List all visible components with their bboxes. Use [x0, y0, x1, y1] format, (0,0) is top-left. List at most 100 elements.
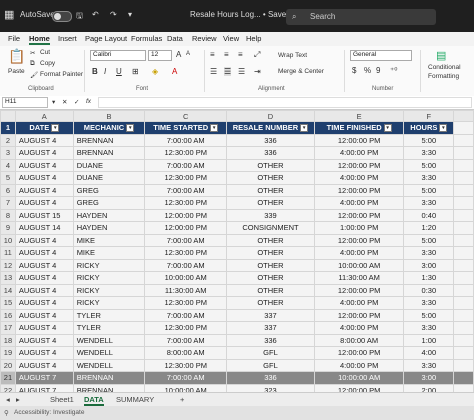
filter-dropdown-icon[interactable]: ▾: [210, 124, 219, 133]
row-header[interactable]: 5: [0, 171, 16, 185]
table-cell[interactable]: AUGUST 4: [14, 321, 74, 335]
table-cell[interactable]: 7:00:00 AM: [144, 308, 228, 322]
table-cell[interactable]: AUGUST 4: [14, 358, 74, 372]
table-cell[interactable]: 7:00:00 AM: [144, 258, 228, 272]
comma-button[interactable]: 9: [376, 66, 380, 75]
align-center-icon[interactable]: ☰: [224, 67, 232, 76]
table-cell[interactable]: 12:00:00 PM: [313, 233, 405, 247]
quick-access-dropdown-icon[interactable]: ▾: [128, 10, 132, 19]
table-cell[interactable]: 12:00:00 PM: [313, 346, 405, 360]
row-header[interactable]: 15: [0, 296, 16, 310]
cell[interactable]: [453, 171, 474, 185]
column-header[interactable]: A: [14, 110, 74, 122]
column-header[interactable]: F: [403, 110, 455, 122]
row-header[interactable]: 16: [0, 308, 16, 322]
column-header[interactable]: C: [144, 110, 228, 122]
formula-input[interactable]: [98, 97, 472, 108]
italic-button[interactable]: I: [104, 67, 106, 76]
column-header[interactable]: E: [313, 110, 405, 122]
tab-data[interactable]: Data: [167, 34, 183, 43]
align-right-icon[interactable]: ☰: [238, 67, 245, 76]
table-cell[interactable]: 3:30: [403, 321, 455, 335]
tab-insert[interactable]: Insert: [58, 34, 77, 43]
table-cell[interactable]: 12:30:00 PM: [144, 246, 228, 260]
table-cell[interactable]: AUGUST 4: [14, 196, 74, 210]
table-cell[interactable]: GREG: [72, 196, 146, 210]
row-header[interactable]: 8: [0, 208, 16, 222]
table-cell[interactable]: 3:30: [403, 171, 455, 185]
cell[interactable]: [453, 271, 474, 285]
table-cell[interactable]: CONSIGNMENT: [226, 221, 315, 235]
table-cell[interactable]: 12:00:00 PM: [313, 158, 405, 172]
table-cell[interactable]: GREG: [72, 183, 146, 197]
cell[interactable]: [453, 146, 474, 160]
table-cell[interactable]: MIKE: [72, 233, 146, 247]
save-icon[interactable]: 🖫: [76, 10, 83, 24]
table-cell[interactable]: 4:00:00 PM: [313, 171, 405, 185]
header-cell-mechanic[interactable]: MECHANIC ▾: [72, 121, 146, 135]
bold-button[interactable]: B: [92, 67, 98, 76]
table-cell[interactable]: 336: [226, 146, 315, 160]
row-header[interactable]: 9: [0, 221, 16, 235]
cell[interactable]: [453, 133, 474, 147]
cell[interactable]: [453, 196, 474, 210]
cell[interactable]: [453, 246, 474, 260]
enter-icon[interactable]: ✓: [74, 98, 79, 106]
sheet-tab-data[interactable]: DATA: [84, 395, 104, 406]
table-cell[interactable]: 5:00: [403, 308, 455, 322]
table-cell[interactable]: OTHER: [226, 271, 315, 285]
align-middle-icon[interactable]: ≡: [224, 50, 229, 59]
table-cell[interactable]: DUANE: [72, 158, 146, 172]
indent-icon[interactable]: ⇥: [254, 67, 261, 76]
column-header[interactable]: D: [226, 110, 315, 122]
tab-formulas[interactable]: Formulas: [131, 34, 162, 43]
table-cell[interactable]: OTHER: [226, 183, 315, 197]
cut-button[interactable]: Cut: [40, 49, 50, 56]
table-cell[interactable]: 336: [226, 133, 315, 147]
align-top-icon[interactable]: ≡: [210, 50, 215, 59]
table-cell[interactable]: 10:00:00 AM: [313, 258, 405, 272]
table-cell[interactable]: OTHER: [226, 258, 315, 272]
font-name-select[interactable]: Calibri: [90, 50, 146, 61]
decimal-icon[interactable]: ⁺⁰: [390, 66, 397, 75]
table-cell[interactable]: 12:30:00 PM: [144, 296, 228, 310]
table-cell[interactable]: AUGUST 15: [14, 208, 74, 222]
tab-help[interactable]: Help: [246, 34, 261, 43]
table-cell[interactable]: 0:40: [403, 208, 455, 222]
table-cell[interactable]: 336: [226, 333, 315, 347]
column-header[interactable]: [453, 110, 474, 122]
table-cell[interactable]: 7:00:00 AM: [144, 371, 228, 385]
table-cell[interactable]: WENDELL: [72, 333, 146, 347]
align-bottom-icon[interactable]: ≡: [238, 50, 243, 59]
column-header[interactable]: B: [72, 110, 146, 122]
cell[interactable]: [453, 321, 474, 335]
filter-dropdown-icon[interactable]: ▾: [439, 124, 448, 133]
filter-dropdown-icon[interactable]: ▾: [51, 124, 60, 133]
cell[interactable]: [453, 121, 474, 135]
table-cell[interactable]: 12:00:00 PM: [313, 283, 405, 297]
table-cell[interactable]: 8:00:00 AM: [313, 333, 405, 347]
sheet-tab-sheet1[interactable]: Sheet1: [50, 395, 74, 404]
table-cell[interactable]: 339: [226, 208, 315, 222]
table-cell[interactable]: WENDELL: [72, 358, 146, 372]
table-cell[interactable]: 5:00: [403, 233, 455, 247]
table-cell[interactable]: 4:00: [403, 346, 455, 360]
table-cell[interactable]: 4:00:00 PM: [313, 321, 405, 335]
table-cell[interactable]: AUGUST 4: [14, 271, 74, 285]
table-cell[interactable]: 7:00:00 AM: [144, 158, 228, 172]
table-cell[interactable]: 12:00:00 PM: [313, 308, 405, 322]
table-cell[interactable]: MIKE: [72, 246, 146, 260]
table-cell[interactable]: 12:00:00 PM: [313, 133, 405, 147]
table-cell[interactable]: AUGUST 4: [14, 283, 74, 297]
table-cell[interactable]: 1:00: [403, 333, 455, 347]
font-size-select[interactable]: 12: [148, 50, 172, 61]
table-cell[interactable]: 12:30:00 PM: [144, 146, 228, 160]
table-cell[interactable]: 3:30: [403, 246, 455, 260]
row-header[interactable]: 18: [0, 333, 16, 347]
table-cell[interactable]: AUGUST 4: [14, 333, 74, 347]
table-cell[interactable]: 7:00:00 AM: [144, 233, 228, 247]
sheet-nav-prev-icon[interactable]: ◂: [6, 395, 10, 404]
align-left-icon[interactable]: ☰: [210, 67, 217, 76]
table-cell[interactable]: AUGUST 4: [14, 258, 74, 272]
table-cell[interactable]: 7:00:00 AM: [144, 333, 228, 347]
